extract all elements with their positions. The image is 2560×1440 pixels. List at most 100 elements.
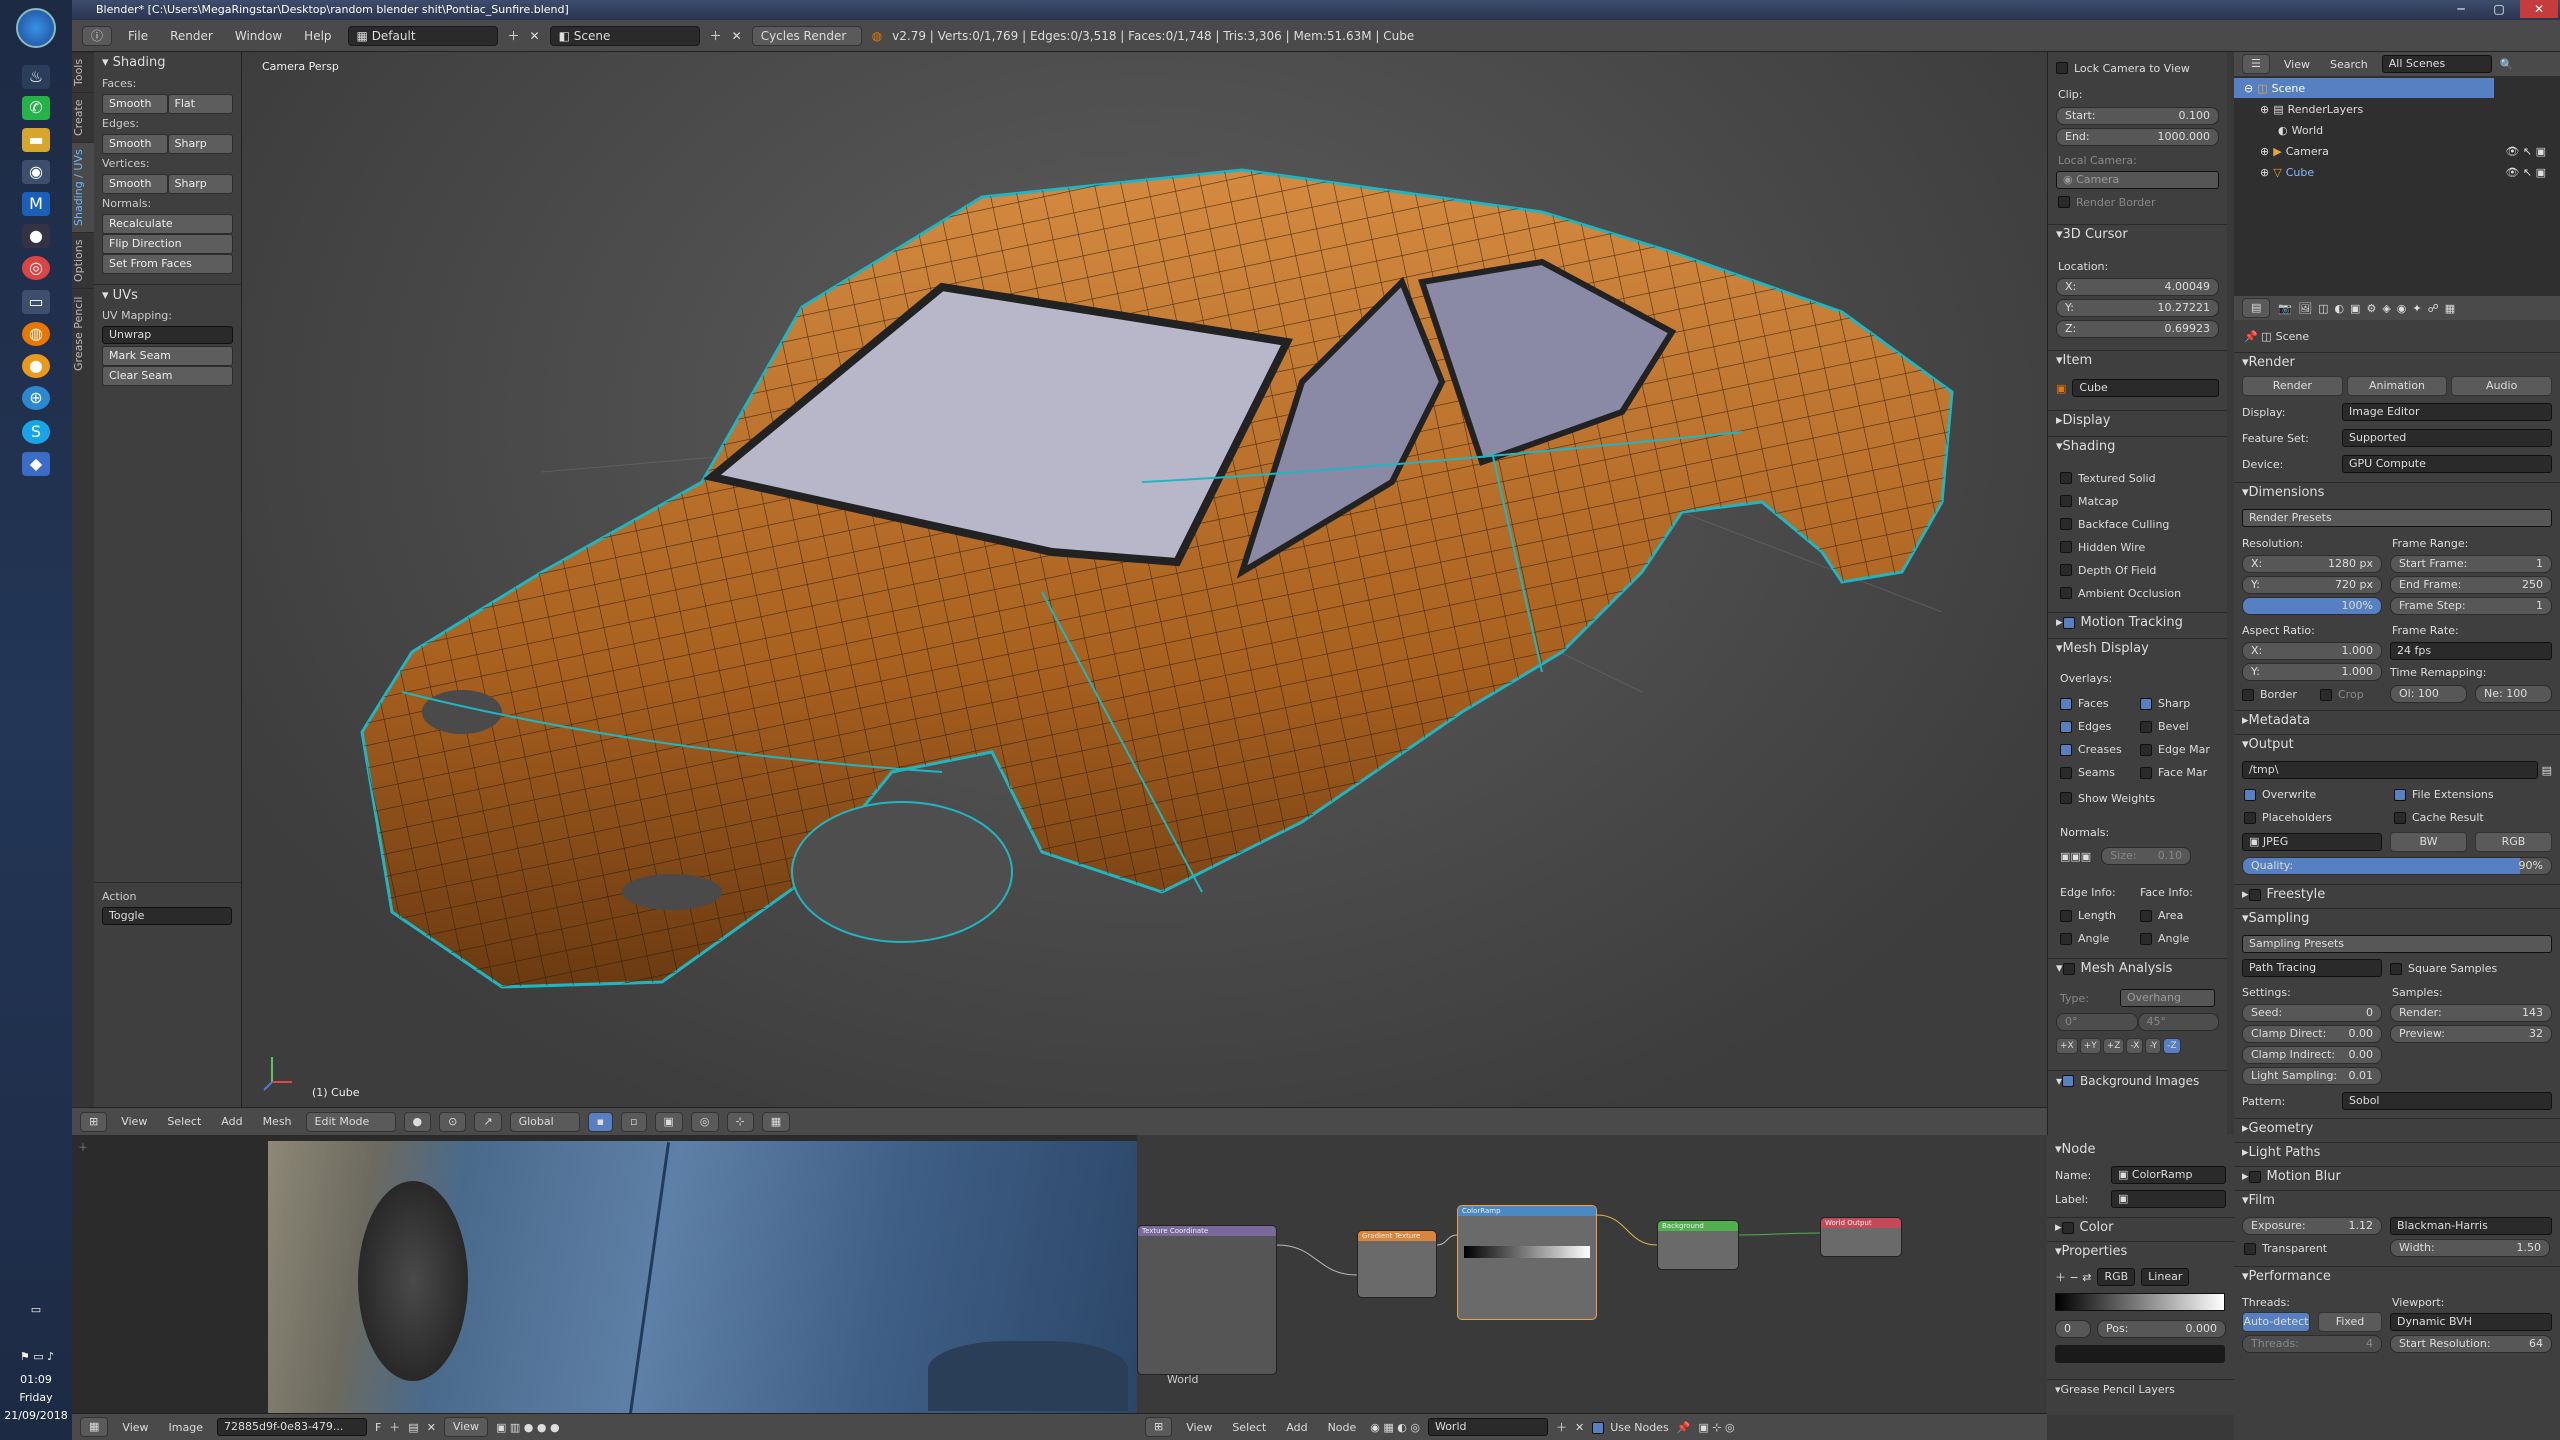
film-panel-header[interactable]: ▾ Film (2234, 1190, 2560, 1210)
tray-icons[interactable]: ⚑ ▭ ♪ (6, 1350, 68, 1363)
file-ext-row[interactable]: File Extensions (2394, 788, 2494, 801)
area-row[interactable]: Area (2140, 909, 2183, 922)
ov-sharp-checkbox[interactable] (2140, 697, 2152, 710)
diamond-app-icon[interactable]: ◆ (22, 452, 50, 476)
axis-nz[interactable]: -Z (2163, 1038, 2181, 1054)
cube-visibility-icons[interactable]: 👁 ↖ ▣ (2505, 166, 2546, 179)
whatsapp-icon[interactable]: ✆ (22, 96, 50, 120)
cursor-y-field[interactable]: Y: 10.27221 (2056, 299, 2219, 317)
flip-direction-button[interactable]: Flip Direction (102, 234, 233, 254)
image-open-icon[interactable]: ▤ (408, 1421, 418, 1434)
angle-max-field[interactable]: 45° (2137, 1013, 2219, 1031)
normal-display-icons[interactable]: ▣▣▣ (2060, 850, 2091, 863)
node-tree-type-icons[interactable]: ◉ ▦ ◐ ◎ (1370, 1421, 1420, 1434)
res-y-field[interactable]: Y: 720 px (2242, 576, 2382, 594)
item-name-field[interactable]: Cube (2072, 379, 2219, 397)
clamp-indirect-field[interactable]: Clamp Indirect: 0.00 (2242, 1046, 2382, 1064)
image-menu-image[interactable]: Image (163, 1421, 209, 1434)
quality-slider[interactable]: Quality: 90% (2242, 857, 2552, 875)
node-menu-view[interactable]: View (1180, 1421, 1218, 1434)
render-preview-icon[interactable]: ▦ (761, 1111, 791, 1132)
node-name-field[interactable]: ▣ ColorRamp (2111, 1166, 2226, 1184)
image-menu-view[interactable]: View (116, 1421, 154, 1434)
pivot-icon[interactable]: ⊙ (439, 1111, 467, 1132)
ramp-color-swatch[interactable] (2055, 1345, 2225, 1363)
motion-tracking-checkbox[interactable] (2062, 616, 2075, 629)
res-x-field[interactable]: X: 1280 px (2242, 555, 2382, 573)
ramp-interpolation[interactable]: Linear (2141, 1268, 2190, 1286)
edge-select-icon[interactable]: ▫ (621, 1111, 647, 1132)
network-app-icon[interactable]: ⊕ (22, 386, 50, 410)
add-layout-icon[interactable]: ＋ (508, 27, 520, 44)
face-select-icon[interactable]: ▣ (654, 1111, 683, 1132)
skype-icon[interactable]: S (22, 420, 50, 444)
blender-icon[interactable]: ◍ (22, 322, 50, 346)
hidden-wire-row[interactable]: Hidden Wire (2048, 537, 2227, 557)
hidden-wire-checkbox[interactable] (2060, 541, 2072, 553)
integrator-select[interactable]: Path Tracing (2242, 959, 2382, 977)
ov-creases-row[interactable]: Creases (2060, 743, 2140, 756)
explorer-icon[interactable]: ▬ (22, 128, 50, 152)
frame-step-field[interactable]: Frame Step: 1 (2390, 597, 2552, 615)
tab-options[interactable]: Options (72, 232, 94, 288)
outliner-menu-search[interactable]: Search (2324, 58, 2374, 71)
time-new-field[interactable]: Ne: 100 (2475, 685, 2552, 703)
editor-type-3d-icon[interactable]: ⊞ (80, 1111, 108, 1132)
recalculate-button[interactable]: Recalculate (102, 214, 233, 234)
overwrite-row[interactable]: Overwrite (2244, 788, 2394, 801)
seed-field[interactable]: Seed: 0 (2242, 1004, 2382, 1022)
tray-expand-icon[interactable]: ▭ (22, 1298, 50, 1322)
cortana-icon[interactable]: ● (22, 224, 50, 248)
edge-angle-checkbox[interactable] (2060, 932, 2072, 945)
feature-set-select[interactable]: Supported (2342, 429, 2552, 447)
node-editor-type-icon[interactable]: ⊞ (1145, 1417, 1173, 1437)
dof-checkbox[interactable] (2060, 564, 2072, 576)
axis-nx[interactable]: -X (2126, 1038, 2144, 1054)
res-percent-field[interactable]: 100% (2242, 597, 2382, 615)
cache-result-checkbox[interactable] (2394, 811, 2406, 824)
file-browse-icon[interactable]: ▤ (2542, 764, 2552, 777)
node-menu-add[interactable]: Add (1280, 1421, 1313, 1434)
pattern-select[interactable]: Sobol (2342, 1092, 2552, 1110)
length-row[interactable]: Length (2060, 909, 2140, 922)
image-close-icon[interactable]: ✕ (427, 1421, 436, 1434)
orientation-select[interactable]: Global (509, 1111, 580, 1132)
use-nodes-checkbox[interactable] (1592, 1421, 1605, 1434)
node-menu-select[interactable]: Select (1226, 1421, 1272, 1434)
axis-px[interactable]: +X (2056, 1038, 2078, 1054)
output-panel-header[interactable]: ▾ Output (2234, 734, 2560, 754)
edge-angle-row[interactable]: Angle (2060, 932, 2140, 945)
time-old-field[interactable]: Ol: 100 (2390, 685, 2467, 703)
light-sampling-field[interactable]: Light Sampling: 0.01 (2242, 1067, 2382, 1085)
context-tabs-icons[interactable]: 📷🖼◫◐▣⚙◈◉✦☍▦ (2278, 302, 2461, 315)
ov-edgemar-row[interactable]: Edge Mar (2140, 743, 2210, 756)
clear-seam-button[interactable]: Clear Seam (102, 366, 233, 386)
mesh-analysis-header[interactable]: ▾ Mesh Analysis (2048, 958, 2227, 978)
lock-camera-row[interactable]: Lock Camera to View (2048, 58, 2227, 78)
mesh-analysis-checkbox[interactable] (2062, 962, 2075, 975)
square-samples-row[interactable]: Square Samples (2390, 962, 2497, 975)
sampling-panel-header[interactable]: ▾ Sampling (2234, 908, 2560, 928)
node-panel-header[interactable]: ▾ Node (2047, 1139, 2234, 1159)
explorer2-icon[interactable]: ▭ (22, 290, 50, 314)
3d-viewport[interactable]: Camera Persp (1) Cube (242, 52, 2047, 1107)
animation-button[interactable]: Animation (2346, 376, 2448, 396)
ov-bevel-row[interactable]: Bevel (2140, 720, 2189, 733)
image-new-icon[interactable]: ＋ (389, 1419, 400, 1435)
device-select[interactable]: GPU Compute (2342, 455, 2552, 473)
background-images-checkbox[interactable] (2062, 1074, 2075, 1087)
show-weights-row[interactable]: Show Weights (2048, 788, 2227, 808)
border-row[interactable]: Border (2242, 688, 2312, 701)
face-angle-row[interactable]: Angle (2140, 932, 2189, 945)
outliner-menu-view[interactable]: View (2278, 58, 2316, 71)
motion-blur-checkbox[interactable] (2248, 1170, 2261, 1183)
clip-start-field[interactable]: Start: 0.100 (2056, 107, 2219, 125)
ramp-pos-field[interactable]: Pos: 0.000 (2097, 1320, 2226, 1338)
image-browse-field[interactable]: 72885d9f-0e83-479... (216, 1418, 367, 1436)
axis-ny[interactable]: -Y (2145, 1038, 2162, 1054)
ramp-gradient-bar[interactable] (2055, 1293, 2225, 1311)
audio-button[interactable]: Audio (2451, 376, 2553, 396)
maximize-button[interactable]: ▢ (2480, 0, 2518, 18)
placeholders-row[interactable]: Placeholders (2244, 811, 2394, 824)
ramp-tools-icons[interactable]: ＋ − ⇄ (2055, 1269, 2091, 1285)
